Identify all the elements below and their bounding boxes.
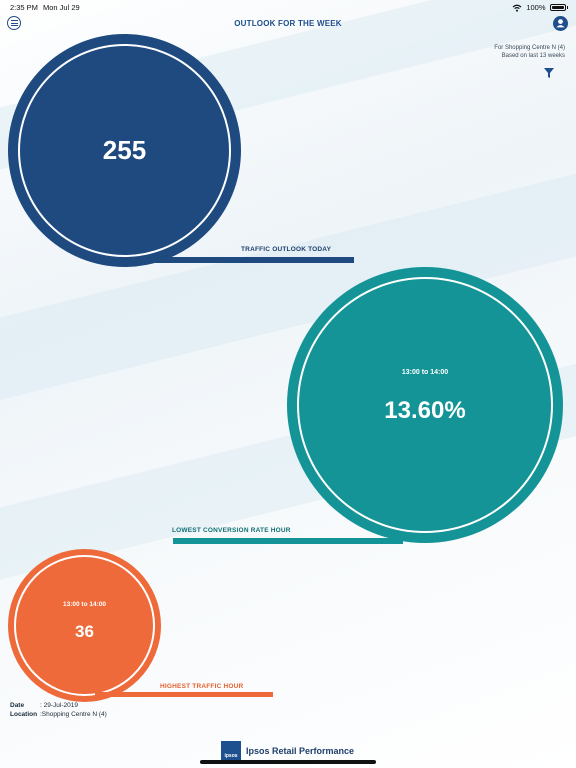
highest-traffic-circle[interactable]: 13:00 to 14:00 36: [8, 549, 161, 702]
highest-traffic-caption: HIGHEST TRAFFIC HOUR: [160, 683, 244, 690]
traffic-outlook-inner: 255: [18, 44, 231, 257]
traffic-outlook-circle[interactable]: 255: [8, 34, 241, 267]
meta-date-row: Date : 29-Jul-2019: [10, 702, 78, 709]
lowest-conversion-circle[interactable]: 13:00 to 14:00 13.60%: [287, 267, 563, 543]
meta-date-label: Date: [10, 702, 25, 709]
lowest-conversion-value: 13.60%: [384, 397, 466, 424]
highest-traffic-inner: 13:00 to 14:00 36: [14, 555, 155, 696]
lowest-conversion-inner: 13:00 to 14:00 13.60%: [297, 277, 553, 533]
filter-info-location: For Shopping Centre N (4): [494, 45, 565, 51]
battery-icon: [549, 4, 566, 11]
status-right: 100%: [512, 3, 568, 12]
highest-traffic-time: 13:00 to 14:00: [63, 601, 106, 608]
meta-date-value: : 29-Jul-2019: [40, 702, 78, 709]
traffic-outlook-value: 255: [102, 135, 147, 165]
meta-location-value: :Shopping Centre N (4): [40, 711, 107, 718]
lowest-conversion-caption: LOWEST CONVERSION RATE HOUR: [172, 527, 291, 534]
wifi-icon: [512, 4, 522, 12]
ipsos-logo-text: ipsos: [224, 753, 238, 759]
highest-traffic-tail: [95, 692, 273, 697]
status-date: Mon Jul 29: [43, 3, 80, 12]
meta-location-label: Location: [10, 711, 38, 718]
lowest-conversion-tail: [173, 538, 403, 544]
highest-traffic-value: 36: [75, 622, 94, 641]
brand-name: Ipsos Retail Performance: [246, 746, 355, 756]
status-time: 2:35 PM: [10, 3, 38, 12]
battery-percent: 100%: [526, 3, 546, 12]
filter-info: For Shopping Centre N (4) Based on last …: [494, 44, 565, 60]
user-icon[interactable]: [553, 16, 568, 31]
footer-brand: ipsos Ipsos Retail Performance: [221, 741, 354, 761]
home-indicator[interactable]: [200, 760, 376, 764]
traffic-outlook-caption: TRAFFIC OUTLOOK TODAY: [241, 246, 332, 253]
filter-info-period: Based on last 13 weeks: [501, 53, 565, 59]
filter-icon[interactable]: [543, 67, 555, 79]
traffic-outlook-tail: [150, 257, 354, 263]
ipsos-logo: ipsos: [221, 741, 241, 761]
battery-tip: [566, 6, 568, 9]
status-bar: 2:35 PM Mon Jul 29 100%: [0, 3, 576, 15]
page-title: OUTLOOK FOR THE WEEK: [234, 19, 342, 28]
lowest-conversion-time: 13:00 to 14:00: [401, 369, 449, 376]
meta-location-row: Location:Shopping Centre N (4): [10, 711, 107, 718]
